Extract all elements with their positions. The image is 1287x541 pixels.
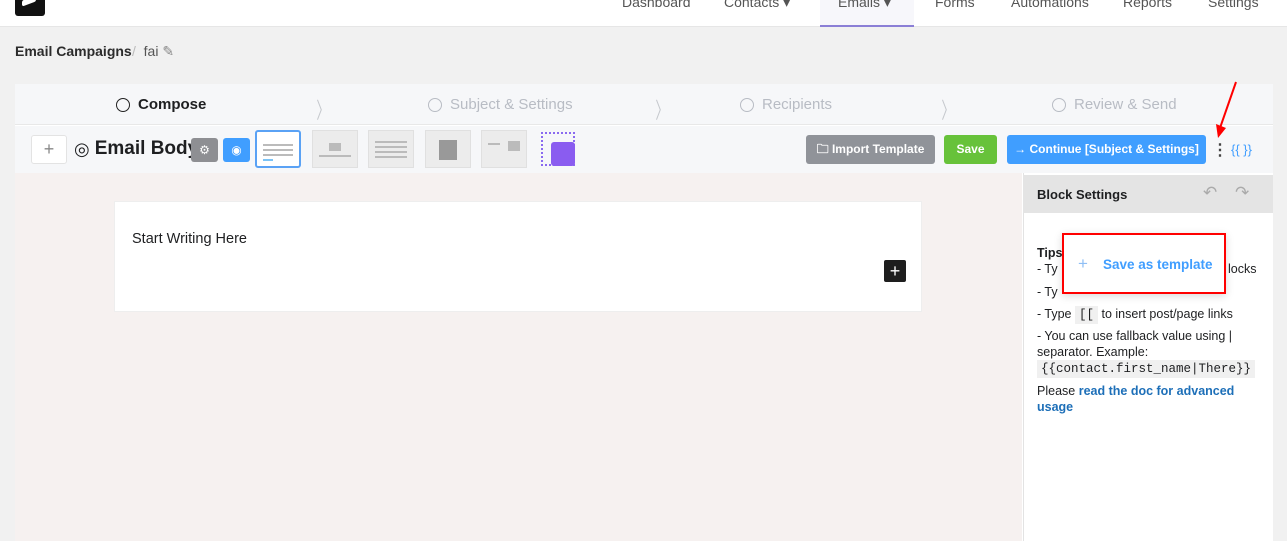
preview-eye-icon[interactable]: ◉ <box>223 138 250 162</box>
chevron-right-icon: 〉 <box>655 99 669 124</box>
nav-forms[interactable]: Forms <box>935 0 975 27</box>
lifebuoy-icon: ◎ <box>74 138 90 160</box>
plus-icon: + <box>1078 254 1088 273</box>
undo-icon[interactable]: ↶ <box>1203 183 1217 203</box>
step-label: Subject & Settings <box>450 96 573 113</box>
import-label: Import Template <box>831 142 925 156</box>
step-label: Review & Send <box>1074 96 1177 113</box>
tip-1-end: locks <box>1228 262 1257 276</box>
breadcrumb-parent[interactable]: Email Campaigns <box>15 43 132 59</box>
template-thumb-5[interactable] <box>481 130 527 168</box>
template-thumb-3[interactable] <box>368 130 414 168</box>
step-recipients[interactable]: Recipients <box>740 96 832 113</box>
title-text: Email Body <box>94 138 199 159</box>
save-as-template-button[interactable]: Save as template <box>1103 257 1213 272</box>
block-settings-title: Block Settings <box>1037 187 1128 202</box>
start-writing-placeholder[interactable]: Start Writing Here <box>132 231 247 247</box>
save-as-template-popup: + Save as template <box>1062 233 1226 294</box>
template-thumb-2[interactable] <box>312 130 358 168</box>
tip-3-code: [[ <box>1075 306 1099 324</box>
chevron-right-icon: 〉 <box>316 99 330 124</box>
tip-2: - Ty <box>1037 285 1058 299</box>
template-thumb-4[interactable] <box>425 130 471 168</box>
folder-icon: 🗀 <box>816 142 832 156</box>
breadcrumb-separator: / <box>132 43 136 59</box>
circle-icon <box>740 97 754 112</box>
redo-icon[interactable]: ↷ <box>1235 183 1249 203</box>
add-block-button[interactable]: + <box>31 135 67 164</box>
nav-contacts[interactable]: Contacts ▾ <box>724 0 790 27</box>
continue-button[interactable]: → Continue [Subject & Settings] <box>1007 135 1206 164</box>
template-thumb-1[interactable] <box>255 130 301 168</box>
add-block-plus-button[interactable]: + <box>884 260 906 282</box>
block-settings-header: Block Settings ↶ ↷ <box>1023 175 1273 213</box>
circle-icon <box>1052 97 1066 112</box>
step-label: Compose <box>138 96 207 113</box>
circle-icon <box>116 97 130 112</box>
doc-prefix: Please <box>1037 384 1076 398</box>
nav-dashboard[interactable]: Dashboard <box>622 0 691 27</box>
merge-tags-button[interactable]: {{ }} <box>1231 142 1252 157</box>
annotation-arrow-icon <box>1216 81 1237 138</box>
tip-4-code: {{contact.first_name|There}} <box>1037 360 1256 378</box>
save-button[interactable]: Save <box>944 135 997 164</box>
nav-automations[interactable]: Automations <box>1011 0 1089 27</box>
nav-emails[interactable]: Emails ▾ <box>820 0 914 27</box>
email-body-title: ◎ Email Body <box>74 138 198 160</box>
circle-icon <box>428 97 442 112</box>
email-canvas[interactable]: Start Writing Here + <box>114 201 922 312</box>
nav-settings[interactable]: Settings <box>1208 0 1259 27</box>
tip-4: - You can use fallback value using | sep… <box>1037 329 1233 359</box>
edit-pencil-icon[interactable]: ✎ <box>162 43 174 59</box>
tips-label: Tips <box>1037 246 1063 260</box>
nav-reports[interactable]: Reports <box>1123 0 1172 27</box>
chevron-right-icon: 〉 <box>941 99 955 124</box>
step-compose[interactable]: Compose <box>116 96 206 113</box>
settings-gear-icon[interactable]: ⚙ <box>191 138 218 162</box>
tip-3-a: - Type <box>1037 307 1072 321</box>
step-label: Recipients <box>762 96 833 113</box>
import-template-button[interactable]: 🗀 Import Template <box>806 135 935 164</box>
step-subject-settings[interactable]: Subject & Settings <box>428 96 573 113</box>
tip-1: - Ty <box>1037 262 1058 276</box>
breadcrumb-current: / fai ✎ <box>132 43 174 60</box>
campaign-name: fai <box>143 43 159 59</box>
step-review-send[interactable]: Review & Send <box>1052 96 1177 113</box>
app-logo[interactable] <box>15 0 45 16</box>
tip-3-b: to insert post/page links <box>1101 307 1233 321</box>
custom-template-cursor-icon[interactable] <box>541 132 575 166</box>
more-options-icon[interactable]: ⋮ <box>1212 140 1228 160</box>
